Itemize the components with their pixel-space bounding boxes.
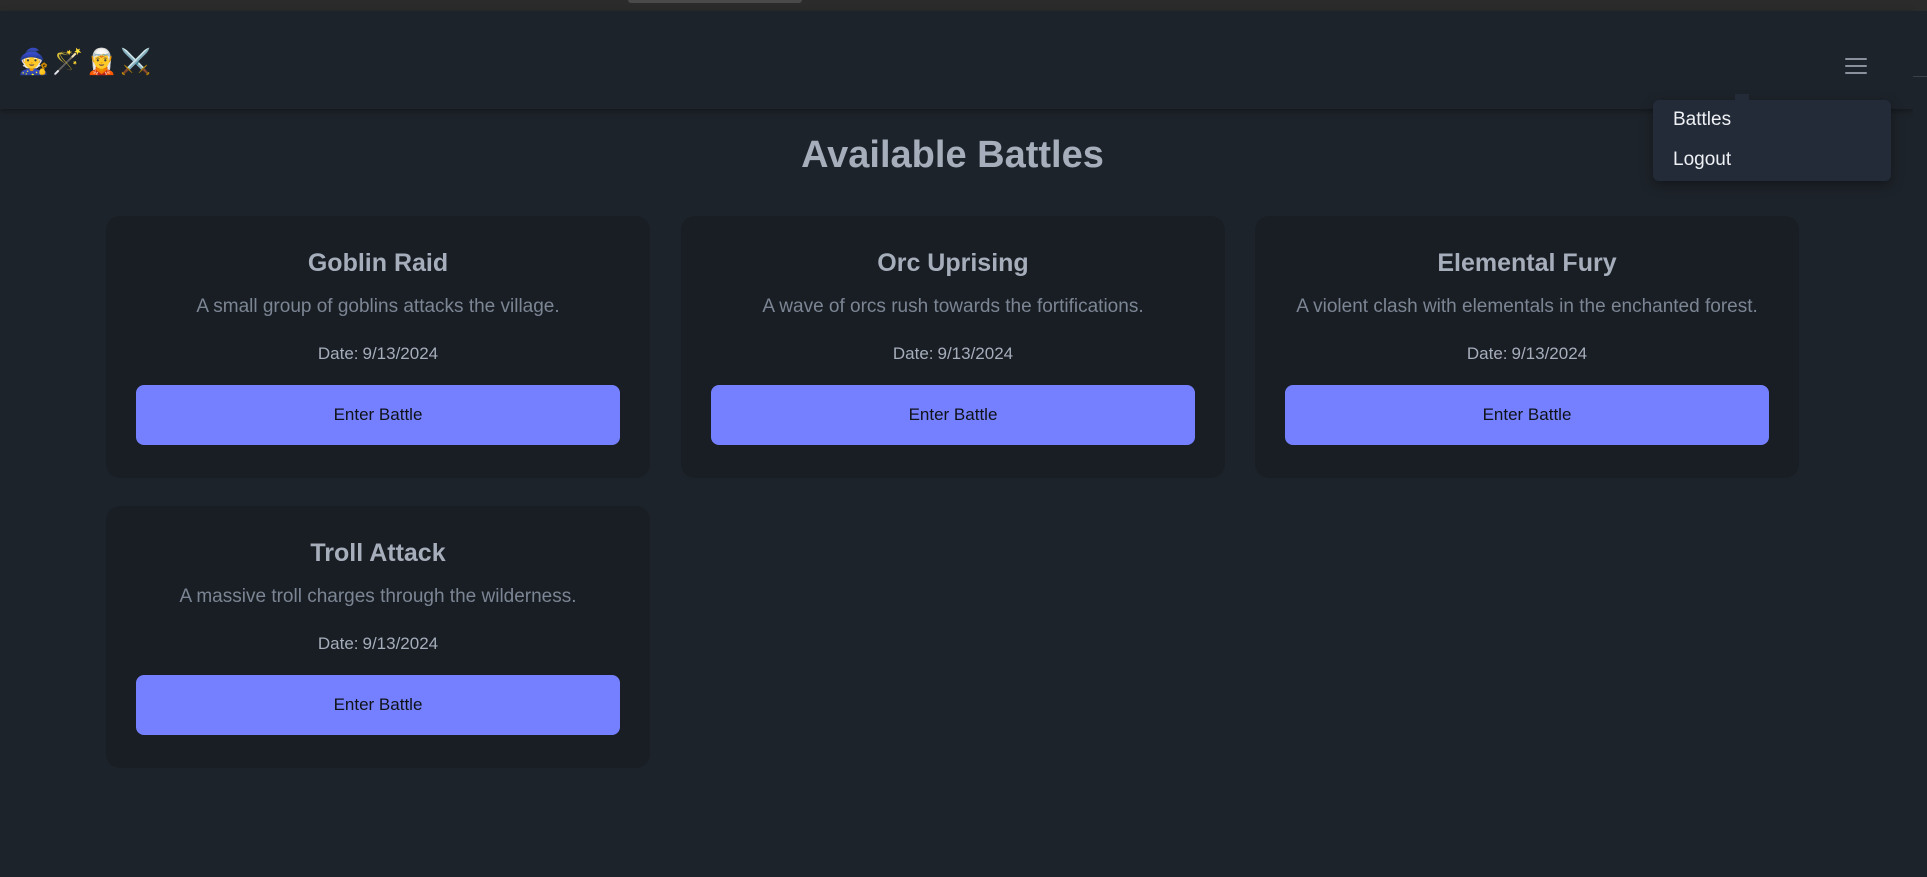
- navbar: 🧙 🪄 🧝 ⚔️: [0, 11, 1913, 109]
- battle-title: Orc Uprising: [877, 249, 1029, 277]
- hamburger-line: [1845, 58, 1867, 60]
- logo[interactable]: 🧙 🪄 🧝 ⚔️: [18, 47, 152, 77]
- date-value: 9/13/2024: [362, 344, 439, 363]
- elf-icon: 🧝: [86, 48, 118, 76]
- window-right-edge: [1913, 11, 1927, 877]
- date-label: Date:: [317, 344, 359, 363]
- date-value: 9/13/2024: [937, 344, 1014, 363]
- crossed-swords-icon: ⚔️: [120, 48, 152, 76]
- battle-date: Date: 9/13/2024: [106, 342, 650, 366]
- hamburger-line: [1845, 65, 1867, 67]
- date-value: 9/13/2024: [1511, 344, 1588, 363]
- wizard-icon: 🧙: [18, 48, 50, 76]
- date-label: Date:: [1466, 344, 1508, 363]
- battle-description: A violent clash with elementals in the e…: [1296, 296, 1758, 317]
- enter-battle-button[interactable]: Enter Battle: [1285, 385, 1769, 445]
- battle-date: Date: 9/13/2024: [106, 632, 650, 656]
- enter-battle-button[interactable]: Enter Battle: [711, 385, 1195, 445]
- enter-battle-button[interactable]: Enter Battle: [136, 385, 620, 445]
- battle-card-goblin-raid: Goblin Raid A small group of goblins att…: [106, 216, 650, 478]
- page-title: Available Battles: [801, 134, 1104, 176]
- battle-description: A small group of goblins attacks the vil…: [196, 296, 560, 317]
- dropdown-notch: [1735, 94, 1749, 100]
- battle-date: Date: 9/13/2024: [1255, 342, 1799, 366]
- battle-description: A wave of orcs rush towards the fortific…: [762, 296, 1144, 317]
- battle-card-elemental-fury: Elemental Fury A violent clash with elem…: [1255, 216, 1799, 478]
- hamburger-line: [1845, 72, 1867, 74]
- browser-tab-indicator: [628, 0, 802, 3]
- browser-top-strip: [0, 0, 1927, 11]
- battle-title: Troll Attack: [310, 539, 446, 567]
- battle-description: A massive troll charges through the wild…: [179, 586, 577, 607]
- date-label: Date:: [317, 634, 359, 653]
- battle-title: Goblin Raid: [307, 249, 449, 277]
- date-label: Date:: [892, 344, 934, 363]
- battle-title: Elemental Fury: [1437, 249, 1617, 277]
- edge-divider: [1913, 76, 1927, 77]
- date-value: 9/13/2024: [362, 634, 439, 653]
- magic-wand-icon: 🪄: [52, 48, 84, 76]
- battle-date: Date: 9/13/2024: [681, 342, 1225, 366]
- battle-card-orc-uprising: Orc Uprising A wave of orcs rush towards…: [681, 216, 1225, 478]
- enter-battle-button[interactable]: Enter Battle: [136, 675, 620, 735]
- hamburger-menu-icon[interactable]: [1834, 48, 1878, 84]
- battle-card-troll-attack: Troll Attack A massive troll charges thr…: [106, 506, 650, 768]
